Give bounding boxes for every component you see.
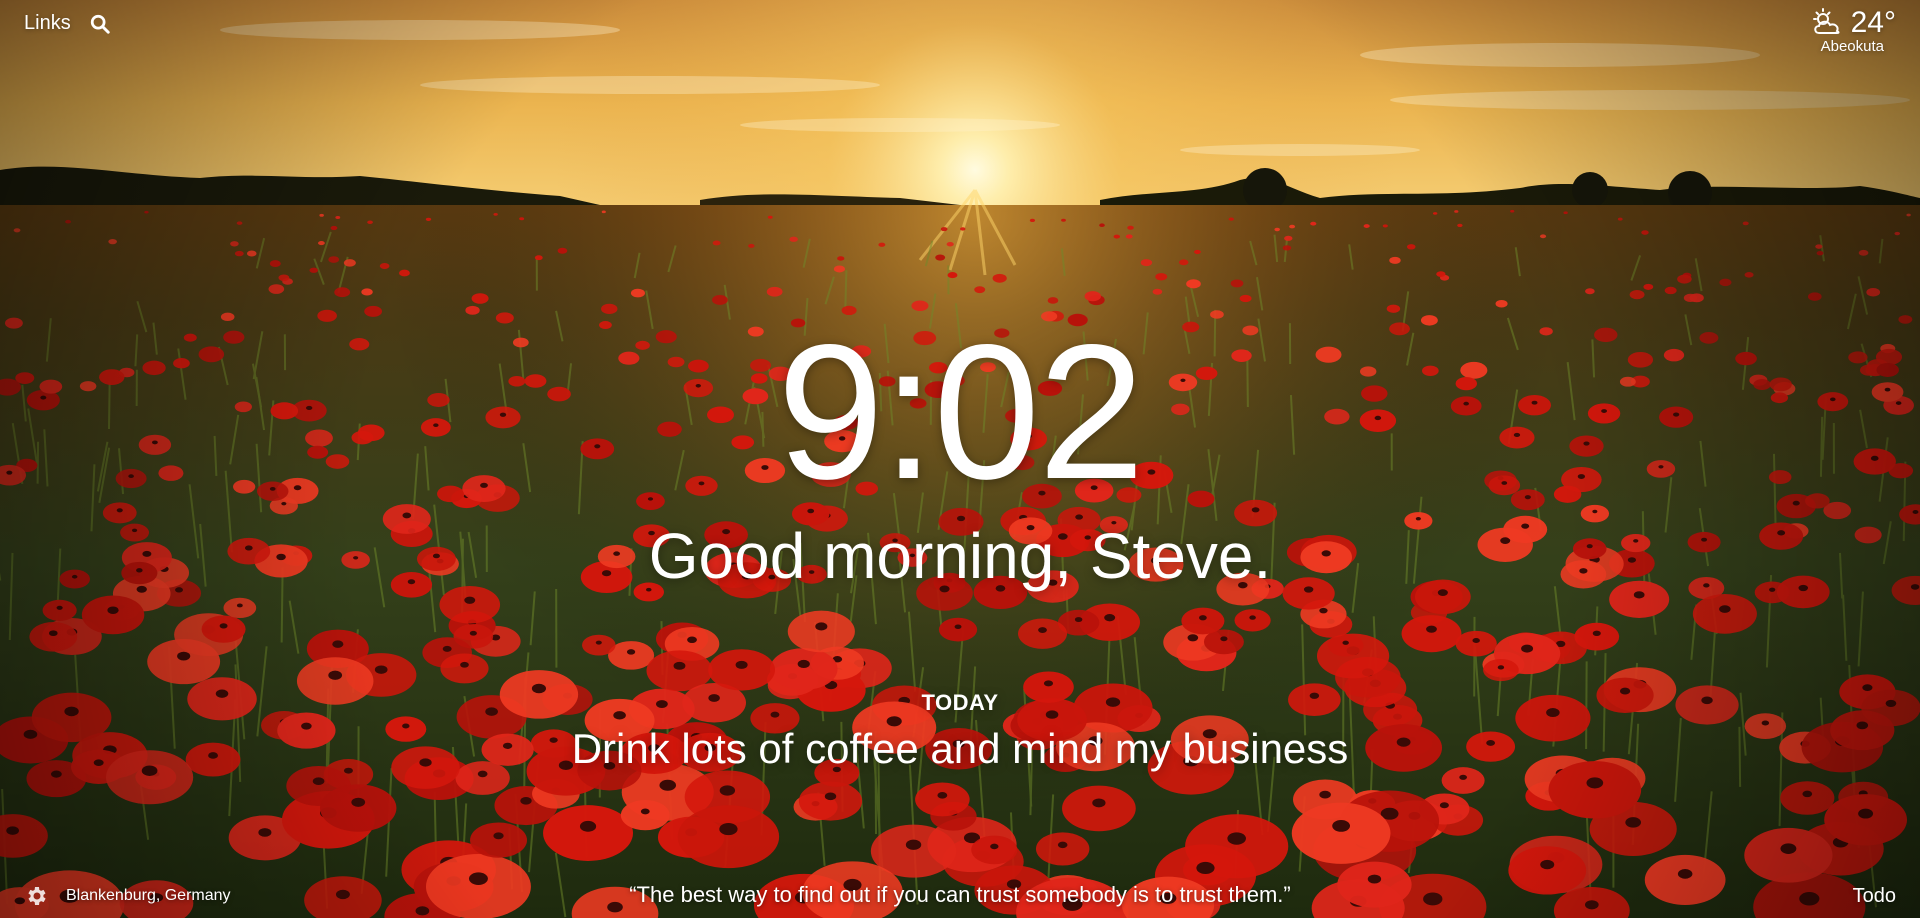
search-icon[interactable] — [89, 13, 111, 35]
quote-text[interactable]: “The best way to find out if you can tru… — [629, 882, 1291, 907]
bottom-left-controls: Blankenburg, Germany — [24, 884, 231, 908]
partly-cloudy-icon — [1812, 8, 1840, 34]
links-button[interactable]: Links — [24, 12, 71, 35]
temperature: 24° — [1850, 6, 1896, 39]
photo-location[interactable]: Blankenburg, Germany — [66, 887, 231, 905]
weather-location: Abeokuta — [1820, 38, 1884, 55]
clock-time: 9:02 — [777, 304, 1145, 519]
focus-text[interactable]: Drink lots of coffee and mind my busines… — [0, 728, 1920, 770]
top-left-nav: Links — [24, 12, 111, 35]
focus-label: TODAY — [921, 690, 999, 715]
todo-button[interactable]: Todo — [1853, 885, 1896, 908]
weather-widget[interactable]: 24° Abeokuta — [1809, 6, 1896, 55]
greeting-text: Good morning, Steve. — [648, 520, 1272, 592]
gear-icon[interactable] — [24, 884, 48, 908]
